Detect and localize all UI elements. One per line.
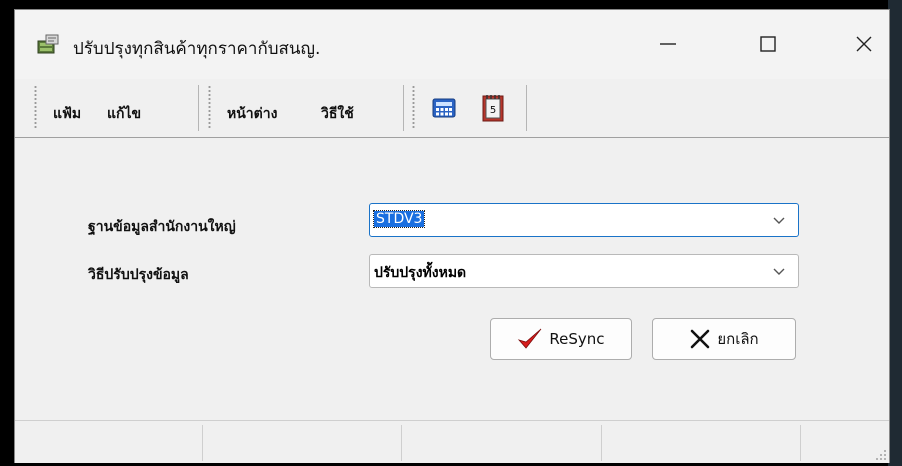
menu-edit[interactable]: แก้ไข xyxy=(107,103,141,125)
status-separator xyxy=(800,425,801,461)
status-separator xyxy=(601,425,602,461)
title-bar[interactable]: ปรับปรุงทุกสินค้าทุกราคากับสนญ. xyxy=(15,10,889,79)
status-bar xyxy=(15,420,889,463)
menu-window[interactable]: หน้าต่าง xyxy=(227,103,277,125)
menu-file[interactable]: แฟ้ม xyxy=(53,103,81,125)
status-separator xyxy=(202,425,203,461)
minimize-button[interactable] xyxy=(645,24,691,64)
close-icon xyxy=(856,36,872,52)
window-title: ปรับปรุงทุกสินค้าทุกราคากับสนญ. xyxy=(73,39,321,59)
form-panel: ฐานข้อมูลสำนักงานใหญ่ STDV3 วิธีปรับปรุง… xyxy=(15,138,889,420)
app-icon xyxy=(37,34,59,54)
calendar-digit: 5 xyxy=(490,105,496,116)
close-button[interactable] xyxy=(841,24,887,64)
cross-icon xyxy=(691,329,710,349)
maximize-button[interactable] xyxy=(745,24,791,64)
menu-toolbar: แฟ้ม แก้ไข หน้าต่าง วิธีใช้ 5 xyxy=(15,79,889,138)
toolbar-separator xyxy=(403,85,404,131)
toolbar-grip[interactable] xyxy=(208,85,211,129)
calculator-icon[interactable] xyxy=(432,97,456,119)
toolbar-separator xyxy=(198,85,199,131)
cancel-button[interactable]: ยกเลิก xyxy=(652,318,796,360)
maximize-icon xyxy=(760,36,776,52)
chevron-down-icon[interactable] xyxy=(772,266,786,278)
head-office-db-value[interactable]: STDV3 xyxy=(372,210,426,228)
resize-grip-icon[interactable] xyxy=(875,449,887,461)
head-office-db-label: ฐานข้อมูลสำนักงานใหญ่ xyxy=(88,219,236,235)
update-method-value[interactable]: ปรับปรุงทั้งหมด xyxy=(374,262,466,284)
resync-button-label: ReSync xyxy=(549,330,605,348)
check-icon xyxy=(518,328,542,349)
app-window: ปรับปรุงทุกสินค้าทุกราคากับสนญ. แฟ้ม แก้… xyxy=(14,9,890,463)
toolbar-grip[interactable] xyxy=(412,85,415,129)
calendar-icon[interactable]: 5 xyxy=(481,93,507,123)
desktop-background xyxy=(888,0,902,466)
menu-help[interactable]: วิธีใช้ xyxy=(321,103,354,125)
status-separator xyxy=(401,425,402,461)
toolbar-separator xyxy=(526,85,527,131)
chevron-down-icon[interactable] xyxy=(772,215,786,227)
minimize-icon xyxy=(660,43,676,45)
resync-button[interactable]: ReSync xyxy=(490,318,632,360)
head-office-db-combo[interactable]: STDV3 xyxy=(369,203,799,237)
toolbar-grip[interactable] xyxy=(34,85,37,129)
update-method-label: วิธีปรับปรุงข้อมูล xyxy=(88,267,189,283)
update-method-combo[interactable]: ปรับปรุงทั้งหมด xyxy=(369,254,799,288)
cancel-button-label: ยกเลิก xyxy=(717,330,759,348)
